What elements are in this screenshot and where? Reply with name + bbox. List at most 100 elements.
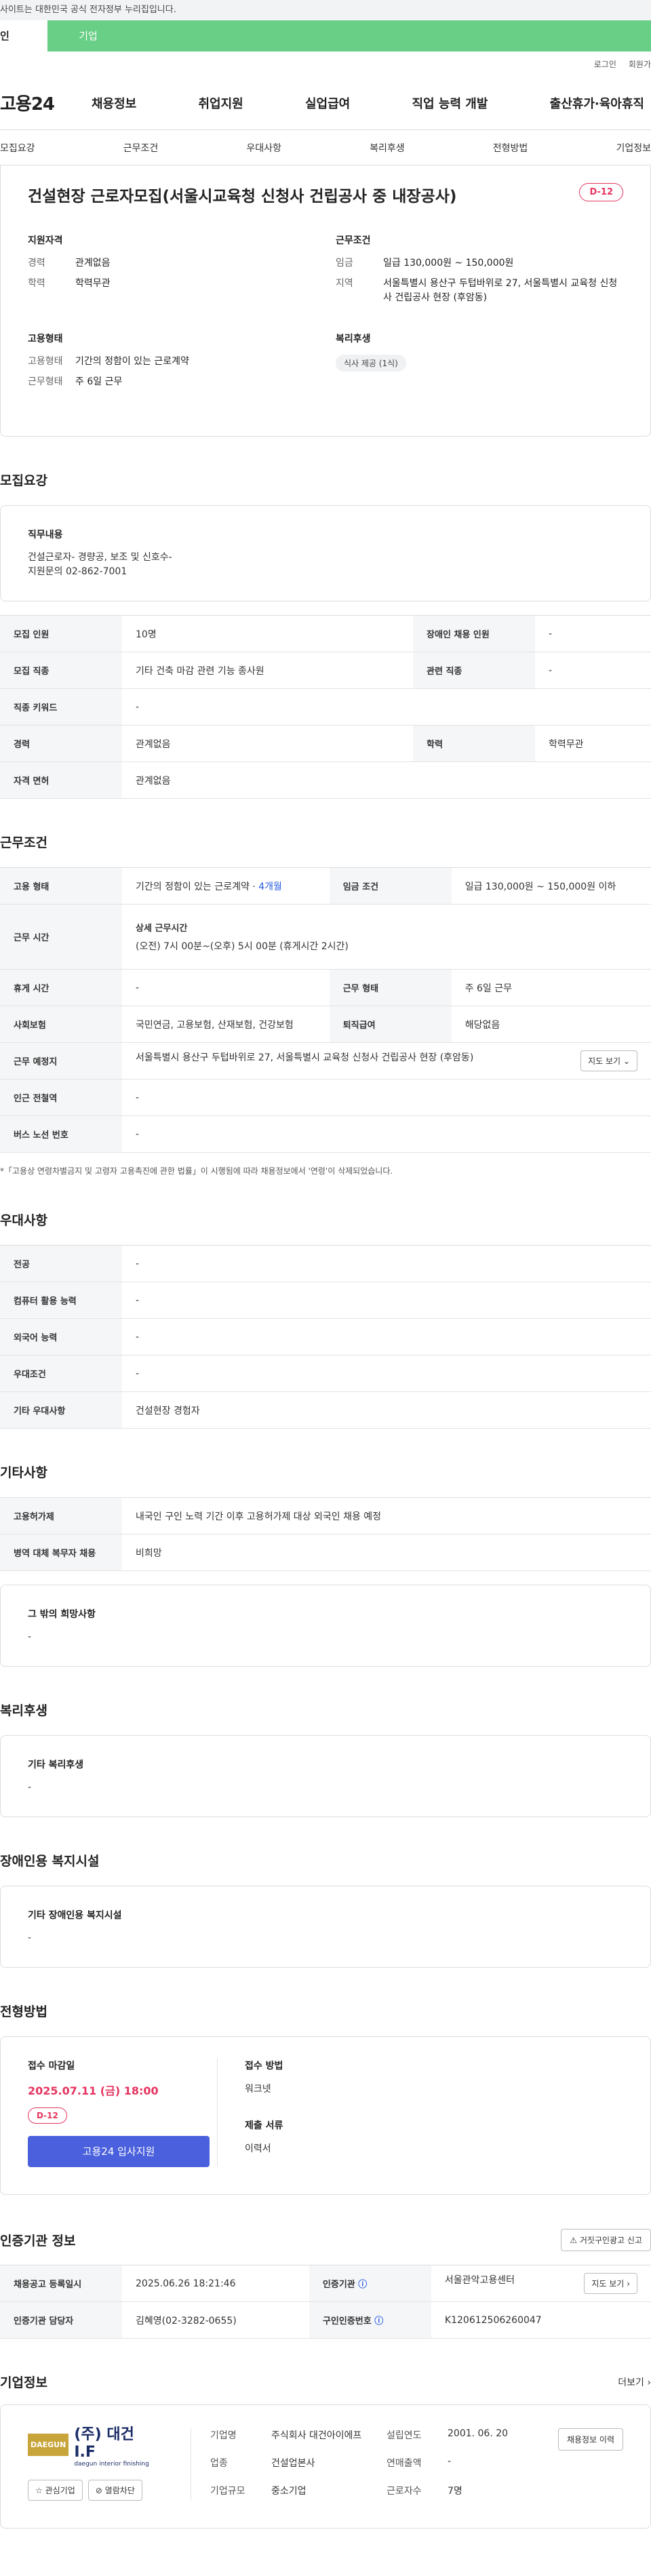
gnb-item-parental-leave[interactable]: 출산휴가·육아휴직: [550, 94, 644, 112]
section-title-disabled-facilities: 장애인용 복지시설: [0, 1854, 100, 1869]
section-title-etc: 기타사항: [0, 1465, 47, 1481]
disabled-facilities-heading: 기타 장애인용 복지시설: [28, 1910, 122, 1922]
table-key: 인증기관 ⓘ: [309, 2265, 431, 2303]
cert-number-label: 구인인증번호: [322, 2316, 372, 2327]
login-link[interactable]: 로그인: [594, 58, 616, 70]
agency-map-label: 지도 보기: [591, 2279, 625, 2289]
report-fake-ad-label: 거짓구인광고 신고: [579, 2236, 642, 2246]
other-wishes-box: 그 밖의 희망사항 -: [0, 1585, 651, 1667]
company-info-value: 중소기업: [271, 2486, 307, 2497]
section-title-work: 근무조건: [0, 835, 47, 851]
screening-card: 접수 마감일 2025.07.11 (금) 18:00 D-12 고용24 입사…: [0, 2036, 651, 2196]
work-location-value: 서울특별시 용산구 두텁바위로 27, 서울특별시 교육청 신청사 건립공사 현…: [136, 1052, 474, 1064]
table-value: -: [535, 615, 651, 653]
gnb-item-jobs[interactable]: 채용정보: [92, 94, 136, 112]
gnb-item-unemployment-benefit[interactable]: 실업급여: [305, 94, 350, 112]
gnb-item-employment-support[interactable]: 취업지원: [199, 94, 243, 112]
table-value: -: [535, 652, 651, 690]
anchor-work-conditions[interactable]: 근무조건: [123, 141, 159, 155]
table-row: 사회보험 국민연금, 고용보험, 산재보험, 건강보험 퇴직급여 해당없음: [0, 1006, 651, 1044]
employment-type-value: 기간의 정함이 있는 근로계약 ·: [136, 881, 259, 892]
summary-label: 학력: [28, 278, 45, 290]
table-key: 채용공고 등록일시: [0, 2265, 122, 2303]
anchor-screening[interactable]: 전형방법: [493, 141, 528, 155]
disabled-facilities-text: -: [28, 1933, 32, 1944]
agency-name: 서울관악고용센터: [444, 2275, 515, 2286]
table-row: 경력 관계없음 학력 학력무관: [0, 725, 651, 763]
map-view-button[interactable]: 지도 보기 ⌄: [580, 1050, 637, 1072]
warning-icon: ⚠: [570, 2236, 578, 2246]
company-info-value: 7명: [448, 2486, 462, 2497]
table-value: -: [122, 1318, 651, 1356]
table-key: 관련 직종: [413, 652, 536, 690]
company-info-key: 설립연도: [387, 2430, 422, 2442]
table-row: 고용 형태 기간의 정함이 있는 근로계약 · 4개월 임금 조건 일급 130…: [0, 867, 651, 905]
docs-value: 이력서: [245, 2143, 271, 2155]
table-value: 기타 건축 마감 관련 기능 종사원: [122, 652, 414, 690]
table-key: 기타 우대사항: [0, 1391, 122, 1429]
table-value: 상세 근무시간 (오전) 7시 00분~(오후) 5시 00분 (휴게시간 2시…: [122, 904, 651, 970]
table-value: 비희망: [122, 1534, 651, 1572]
summary-heading: 근무조건: [336, 235, 371, 246]
company-info-grid: 기업명 주식회사 대건아이에프 설립연도 2001. 06. 20 업종 건설업본사 …: [191, 2428, 529, 2501]
anchor-preferences[interactable]: 우대사항: [246, 141, 281, 155]
table-value: 김혜영(02-3282-0655): [122, 2301, 309, 2339]
block-view-label: 열람차단: [104, 2486, 135, 2496]
company-header: 기업정보 더보기 ›: [0, 2373, 651, 2391]
company-more-link[interactable]: 더보기 ›: [618, 2375, 651, 2389]
table-value: 내국인 구인 노력 기간 이후 고용허가제 대상 외국인 채용 예정: [122, 1497, 651, 1535]
apply-button[interactable]: 고용24 입사지원: [28, 2136, 210, 2168]
docs-heading: 제출 서류: [245, 2120, 283, 2132]
table-key: 전공: [0, 1245, 122, 1283]
company-info-value: 건설업본사: [271, 2458, 315, 2470]
section-title-agency: 인증기관 정보: [0, 2234, 76, 2249]
info-icon[interactable]: ⓘ: [374, 2316, 383, 2326]
table-value: -: [122, 1355, 651, 1393]
agency-map-button[interactable]: 지도 보기 ›: [584, 2273, 637, 2295]
table-value: 주 6일 근무: [451, 969, 651, 1007]
table-value: 해당없음: [451, 1006, 651, 1044]
table-value: 기간의 정함이 있는 근로계약 · 4개월: [122, 867, 330, 905]
company-logo-name: (주) 대건 I.F: [74, 2425, 134, 2461]
table-row: 자격 면허 관계없음: [0, 761, 651, 799]
gnb-item-vocational-training[interactable]: 직업 능력 개발: [412, 94, 488, 112]
section-title-screening: 전형방법: [0, 2004, 47, 2020]
anchor-welfare[interactable]: 복리후생: [370, 141, 405, 155]
summary-welfare: 복리후생 식사 제공 (1식): [336, 332, 623, 396]
anchor-company[interactable]: 기업정보: [616, 141, 651, 155]
deadline-panel: 접수 마감일 2025.07.11 (금) 18:00 D-12 고용24 입사…: [28, 2059, 218, 2168]
company-logo-area: DAEGUN (주) 대건 I.F daegun interior finish…: [28, 2426, 177, 2501]
summary-label: 고용형태: [28, 355, 63, 367]
table-key: 학력: [413, 725, 536, 763]
disabled-facilities-box: 기타 장애인용 복지시설 -: [0, 1886, 651, 1968]
method-panel: 접수 방법 워크넷 제출 서류 이력서: [218, 2059, 283, 2167]
other-wishes-heading: 그 밖의 희망사항: [28, 1609, 96, 1621]
summary-value: 일급 130,000원 ~ 150,000원: [383, 258, 514, 269]
site-logo[interactable]: 고용24: [0, 90, 92, 115]
favorite-company-button[interactable]: ☆ 관심기업: [28, 2480, 83, 2501]
table-value: 건설현장 경험자: [122, 1391, 651, 1429]
job-history-button[interactable]: 채용정보 이력: [557, 2428, 623, 2451]
tab-individual[interactable]: 인: [0, 20, 47, 52]
table-value: -: [122, 1282, 651, 1320]
table-key: 컴퓨터 활용 능력: [0, 1282, 122, 1320]
summary-value: 기간의 정함이 있는 근로계약: [75, 355, 189, 367]
gnb-menu: 채용정보 취업지원 실업급여 직업 능력 개발 출산휴가·육아휴직: [92, 94, 651, 112]
company-info-key: 기업규모: [210, 2486, 245, 2497]
anchor-recruit[interactable]: 모집요강: [0, 141, 35, 155]
welfare-heading: 기타 복리후생: [28, 1760, 84, 1771]
signup-link[interactable]: 회원가: [629, 58, 651, 70]
info-icon[interactable]: ⓘ: [358, 2280, 367, 2290]
tab-company[interactable]: 기업: [47, 20, 129, 52]
summary-value: 학력무관: [75, 278, 111, 290]
table-key: 구인인증번호 ⓘ: [309, 2301, 431, 2339]
table-key: 직종 키워드: [0, 688, 122, 726]
report-fake-ad-button[interactable]: ⚠ 거짓구인광고 신고: [561, 2229, 651, 2252]
table-row: 직종 키워드 -: [0, 688, 651, 726]
block-view-button[interactable]: ⊘ 열람차단: [87, 2480, 142, 2501]
table-value: -: [122, 969, 330, 1007]
global-navigation: 고용24 채용정보 취업지원 실업급여 직업 능력 개발 출산휴가·육아휴직: [0, 76, 651, 130]
table-value: -: [122, 1079, 651, 1117]
table-key: 휴게 시간: [0, 969, 122, 1007]
map-view-label: 지도 보기: [588, 1056, 621, 1067]
